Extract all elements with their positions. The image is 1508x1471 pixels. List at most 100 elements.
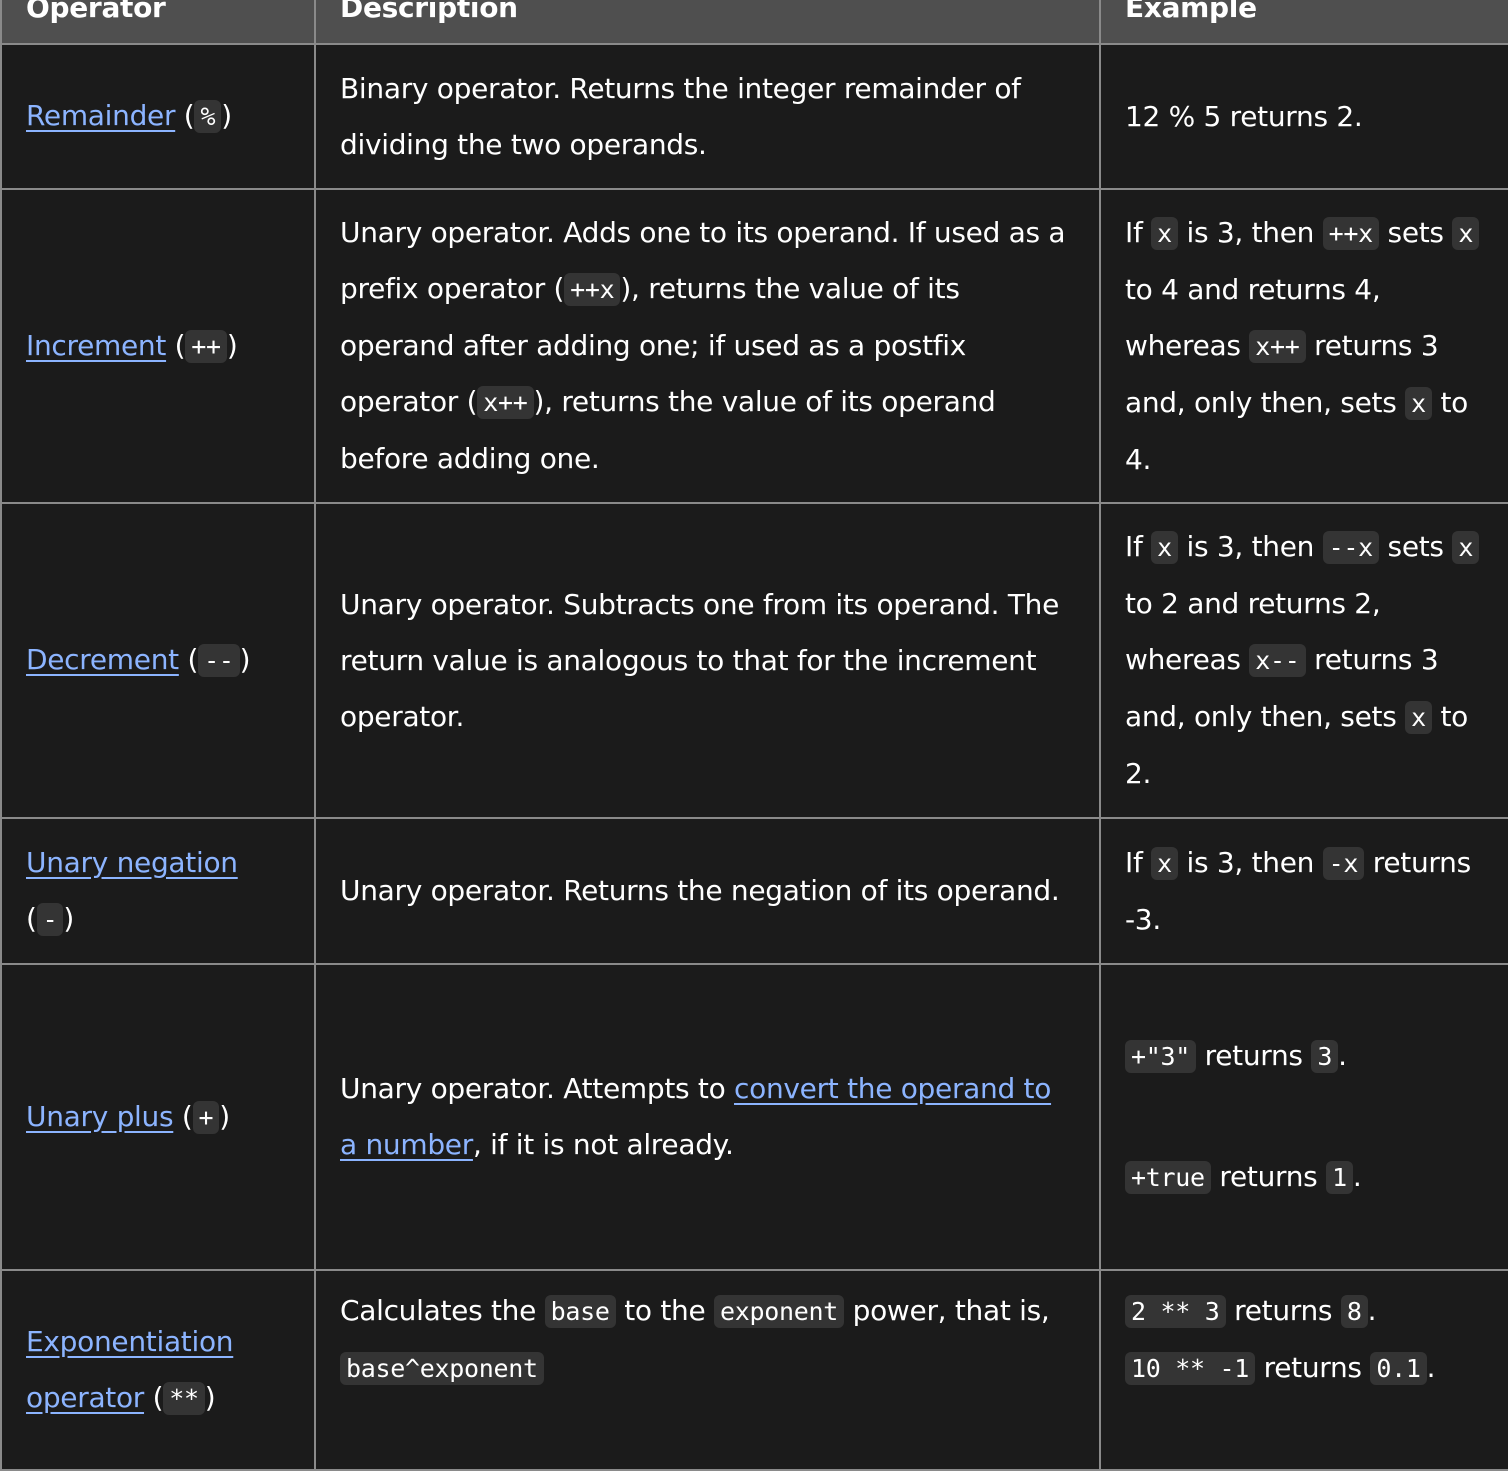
paragraph: 10 ** -1 returns 0.1. — [1125, 1340, 1486, 1397]
description-cell: Unary operator. Subtracts one from its o… — [314, 502, 1101, 819]
text: is 3, then — [1177, 845, 1323, 879]
code-snippet: % — [194, 100, 222, 133]
code-snippet: x-- — [1249, 644, 1306, 677]
text: returns — [1225, 1294, 1341, 1327]
description-cell: Unary operator. Adds one to its operand.… — [314, 188, 1101, 504]
operator-link[interactable]: Unary negation — [26, 846, 238, 879]
code-snippet: ++ — [185, 329, 227, 363]
text: . — [1338, 1039, 1347, 1072]
code-snippet: ++x — [1322, 216, 1379, 250]
text: ( — [144, 1380, 164, 1414]
text: Calculates the — [340, 1294, 545, 1327]
text: 12 % 5 returns 2. — [1125, 99, 1363, 133]
code-snippet: ++x — [564, 273, 621, 306]
code-snippet: x — [1405, 701, 1432, 734]
text: returns — [1210, 1160, 1327, 1193]
text: . — [1352, 1160, 1362, 1193]
text: sets — [1378, 215, 1453, 249]
text: ) — [219, 1099, 230, 1133]
text: ) — [226, 328, 238, 362]
example-cell: If x is 3, then ++x sets x to 4 and retu… — [1099, 188, 1508, 504]
description-cell: Calculates the base to the exponent powe… — [314, 1269, 1101, 1471]
text: If — [1125, 215, 1152, 249]
code-snippet: +true — [1125, 1161, 1211, 1194]
paragraph: +"3" returns 3. — [1125, 1028, 1486, 1085]
code-snippet: x — [1405, 386, 1432, 420]
code-snippet: x — [1151, 531, 1178, 564]
code-snippet: - — [36, 902, 64, 936]
code-snippet: base — [544, 1295, 616, 1328]
code-snippet: 8 — [1340, 1295, 1368, 1328]
text: , if it is not already. — [472, 1128, 734, 1161]
header-example: Example — [1099, 0, 1508, 45]
paragraph: 2 ** 3 returns 8. — [1125, 1283, 1486, 1340]
paragraph: If x is 3, then ++x sets x to 4 and retu… — [1125, 205, 1486, 488]
operator-cell: Exponentiation operator (**) — [0, 1269, 316, 1471]
code-snippet: base^exponent — [340, 1352, 544, 1385]
example-cell: 2 ** 3 returns 8. 10 ** -1 returns 0.1. — [1099, 1269, 1508, 1471]
text: Unary operator. Subtracts one from its o… — [340, 587, 1060, 733]
code-snippet: + — [192, 1100, 220, 1134]
text: Unary operator. Returns the negation of … — [340, 874, 1060, 907]
text: returns — [1196, 1039, 1312, 1072]
code-snippet: 2 ** 3 — [1125, 1295, 1226, 1328]
operator-cell: Decrement (--) — [0, 502, 316, 819]
paragraph: Unary operator. Adds one to its operand.… — [340, 205, 1075, 487]
operator-link[interactable]: Decrement — [26, 643, 179, 676]
code-snippet: x — [1452, 216, 1480, 250]
table-row: Remainder (%) Binary operator. Returns th… — [0, 43, 1508, 190]
paragraph: Unary operator. Returns the negation of … — [340, 863, 1075, 919]
text: Unary operator. Attempts to — [340, 1072, 735, 1105]
code-snippet: exponent — [714, 1295, 845, 1328]
text: ) — [63, 901, 75, 935]
example-cell: If x is 3, then -x returns -3. — [1099, 817, 1508, 965]
code-snippet: x — [1151, 846, 1178, 880]
operators-table: Operator Description Example Remainder (… — [0, 0, 1508, 1471]
table-row: Decrement (--) Unary operator. Subtracts … — [0, 502, 1508, 819]
code-snippet: x — [1452, 531, 1480, 564]
operator-link[interactable]: Increment — [26, 329, 166, 362]
description-cell: Unary operator. Returns the negation of … — [314, 817, 1101, 965]
text: If — [1125, 845, 1152, 879]
code-snippet: 1 — [1326, 1161, 1353, 1194]
paragraph: If x is 3, then --x sets x to 2 and retu… — [1125, 519, 1486, 802]
text: ( — [173, 1099, 193, 1133]
text: ) — [239, 643, 251, 676]
header-row: Operator Description Example — [0, 0, 1508, 45]
code-snippet: ** — [163, 1381, 205, 1415]
header-description: Description — [314, 0, 1101, 45]
code-snippet: x++ — [1249, 329, 1306, 363]
paragraph: 12 % 5 returns 2. — [1125, 89, 1486, 145]
text: ) — [221, 99, 232, 132]
example-cell: +"3" returns 3. +true returns 1. — [1099, 963, 1508, 1271]
text: ( — [178, 643, 199, 676]
operator-link[interactable]: Remainder — [26, 99, 176, 132]
operator-link[interactable]: Unary plus — [26, 1100, 174, 1133]
paragraph: Unary operator. Subtracts one from its o… — [340, 577, 1075, 745]
example-cell: 12 % 5 returns 2. — [1099, 43, 1508, 190]
text: ( — [175, 99, 195, 132]
operator-cell: Unary negation (-) — [0, 817, 316, 965]
text: If — [1125, 530, 1152, 563]
text: power, that is, — [844, 1294, 1050, 1327]
code-snippet: 10 ** -1 — [1125, 1352, 1256, 1385]
table-row: Unary plus (+) Unary operator. Attempts t… — [0, 963, 1508, 1271]
code-snippet: -- — [198, 644, 240, 677]
header-operator: Operator — [0, 0, 316, 45]
code-snippet: x++ — [477, 386, 534, 419]
text: sets — [1378, 530, 1453, 563]
paragraph: If x is 3, then -x returns -3. — [1125, 835, 1486, 948]
paragraph: +true returns 1. — [1125, 1149, 1486, 1206]
operator-cell: Unary plus (+) — [0, 963, 316, 1271]
operator-cell: Increment (++) — [0, 188, 316, 504]
text: . — [1367, 1294, 1377, 1327]
text: is 3, then — [1177, 215, 1323, 249]
code-snippet: x — [1151, 216, 1178, 250]
paragraph: Binary operator. Returns the integer rem… — [340, 61, 1075, 173]
text: ( — [166, 328, 186, 362]
text: Binary operator. Returns the integer rem… — [340, 71, 1021, 161]
text: returns — [1255, 1351, 1371, 1384]
table-row: Increment (++) Unary operator. Adds one t… — [0, 188, 1508, 504]
paragraph: Unary operator. Attempts to convert the … — [340, 1061, 1075, 1173]
description-cell: Binary operator. Returns the integer rem… — [314, 43, 1101, 190]
